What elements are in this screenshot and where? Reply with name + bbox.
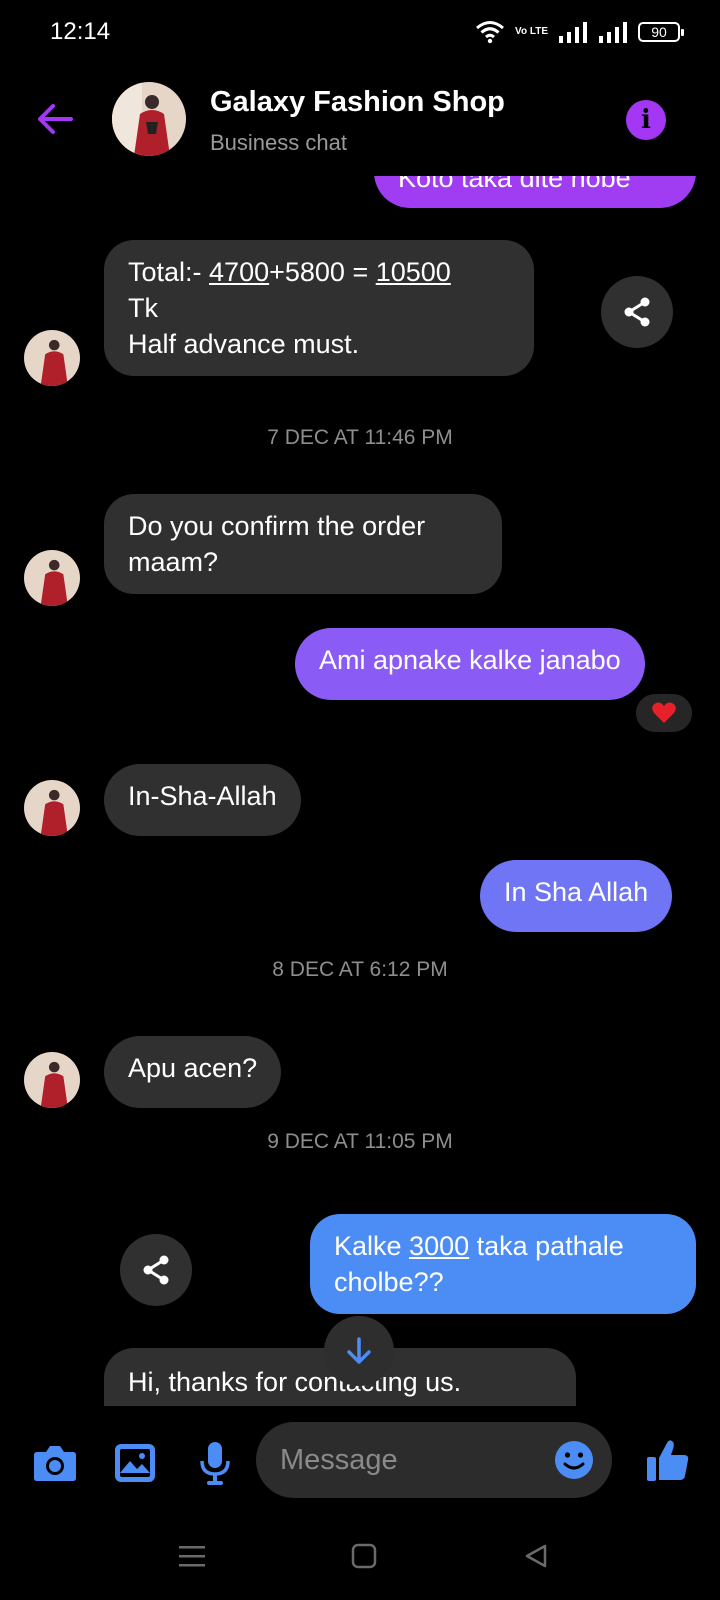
message-line-1: Total:- 4700+5800 = 10500 (128, 254, 510, 290)
total-link[interactable]: 10500 (376, 257, 451, 287)
chat-header: Galaxy Fashion Shop Business chat i (0, 64, 720, 176)
avatar-image (24, 550, 80, 606)
nav-back-button[interactable] (516, 1536, 556, 1576)
timestamp: 7 DEC AT 11:46 PM (267, 426, 453, 449)
wifi-icon (476, 21, 504, 44)
amount-link[interactable]: 3000 (409, 1231, 469, 1261)
message-text: Ami apnake kalke janabo (319, 645, 621, 675)
outgoing-message[interactable]: Koto taka dite hobe (374, 176, 696, 208)
camera-icon (34, 1446, 76, 1481)
recent-apps-button[interactable] (172, 1536, 212, 1576)
status-time: 12:14 (50, 18, 111, 45)
sender-avatar[interactable] (24, 330, 80, 386)
message-input[interactable] (280, 1422, 530, 1498)
message-text: +5800 = (269, 257, 376, 287)
message-line-3: Half advance must. (128, 329, 360, 359)
camera-button[interactable] (32, 1440, 78, 1486)
avatar-image (24, 330, 80, 386)
arrow-down-icon (347, 1337, 371, 1364)
volte-label: Vo LTE (515, 26, 548, 37)
message-text: Apu acen? (128, 1053, 258, 1083)
battery-indicator: 90 (638, 22, 684, 42)
chat-title[interactable]: Galaxy Fashion Shop (210, 86, 505, 119)
info-button[interactable]: i (626, 100, 666, 140)
amount-link[interactable]: 4700 (209, 257, 269, 287)
share-icon (143, 1255, 169, 1285)
emoji-button[interactable] (554, 1440, 594, 1480)
timestamp: 8 DEC AT 6:12 PM (272, 958, 448, 981)
message-line-1: Do you confirm the order (128, 511, 426, 541)
message-text: In Sha Allah (504, 877, 649, 907)
message-line-2: Tk (128, 293, 158, 323)
share-icon (624, 297, 650, 327)
info-icon: i (641, 105, 651, 135)
home-icon (351, 1543, 377, 1569)
message-line-2: cholbe?? (334, 1267, 444, 1297)
menu-icon (179, 1546, 205, 1567)
message-reaction[interactable] (634, 692, 694, 734)
message-list[interactable]: Koto taka dite hobe Total:- 4700+5800 = … (0, 176, 720, 1406)
back-arrow-icon (38, 104, 73, 134)
avatar-image (112, 82, 186, 156)
scroll-to-bottom-button[interactable] (324, 1316, 394, 1386)
message-text: Koto taka dite hobe (398, 176, 631, 193)
message-text: taka pathale (469, 1231, 624, 1261)
like-button[interactable] (644, 1436, 692, 1484)
timestamp: 9 DEC AT 11:05 PM (267, 1130, 453, 1153)
shop-avatar[interactable] (112, 82, 186, 156)
sender-avatar[interactable] (24, 1052, 80, 1108)
voice-button[interactable] (192, 1440, 238, 1486)
message-input-container[interactable] (256, 1422, 612, 1498)
thumbs-up-icon (647, 1440, 689, 1481)
message-text: Kalke (334, 1231, 410, 1261)
emoji-icon (555, 1441, 593, 1479)
system-nav-bar (0, 1516, 720, 1600)
heart-icon (652, 702, 676, 723)
message-text: Hi, thanks for contacting us. (128, 1367, 462, 1397)
outgoing-message[interactable]: Ami apnake kalke janabo (295, 628, 645, 700)
chat-subtitle: Business chat (210, 130, 347, 155)
avatar-image (24, 780, 80, 836)
sender-avatar[interactable] (24, 550, 80, 606)
outgoing-message[interactable]: In Sha Allah (480, 860, 673, 932)
back-icon (525, 1544, 547, 1568)
message-text: Total:- (128, 257, 210, 287)
message-line-2: maam? (128, 547, 219, 577)
signal-icon-1 (559, 22, 587, 43)
incoming-message[interactable]: In-Sha-Allah (104, 764, 301, 836)
incoming-message[interactable]: Do you confirm the order maam? (104, 494, 502, 594)
message-line-1: Kalke 3000 taka pathale (334, 1228, 672, 1264)
status-bar: 12:14 Vo LTE 90 (0, 0, 720, 64)
outgoing-message[interactable]: Kalke 3000 taka pathale cholbe?? (310, 1214, 696, 1314)
image-icon (115, 1444, 155, 1482)
microphone-icon (200, 1442, 230, 1485)
signal-icon-2 (599, 22, 627, 43)
home-button[interactable] (344, 1536, 384, 1576)
gallery-button[interactable] (112, 1440, 158, 1486)
sender-avatar[interactable] (24, 780, 80, 836)
incoming-message[interactable]: Apu acen? (104, 1036, 282, 1108)
avatar-image (24, 1052, 80, 1108)
incoming-message[interactable]: Total:- 4700+5800 = 10500 Tk Half advanc… (104, 240, 534, 376)
share-button[interactable] (601, 276, 673, 348)
message-text: In-Sha-Allah (128, 781, 277, 811)
back-button[interactable] (30, 94, 80, 144)
message-composer (0, 1406, 720, 1516)
share-button[interactable] (120, 1234, 192, 1306)
status-icons: Vo LTE 90 (475, 18, 684, 46)
